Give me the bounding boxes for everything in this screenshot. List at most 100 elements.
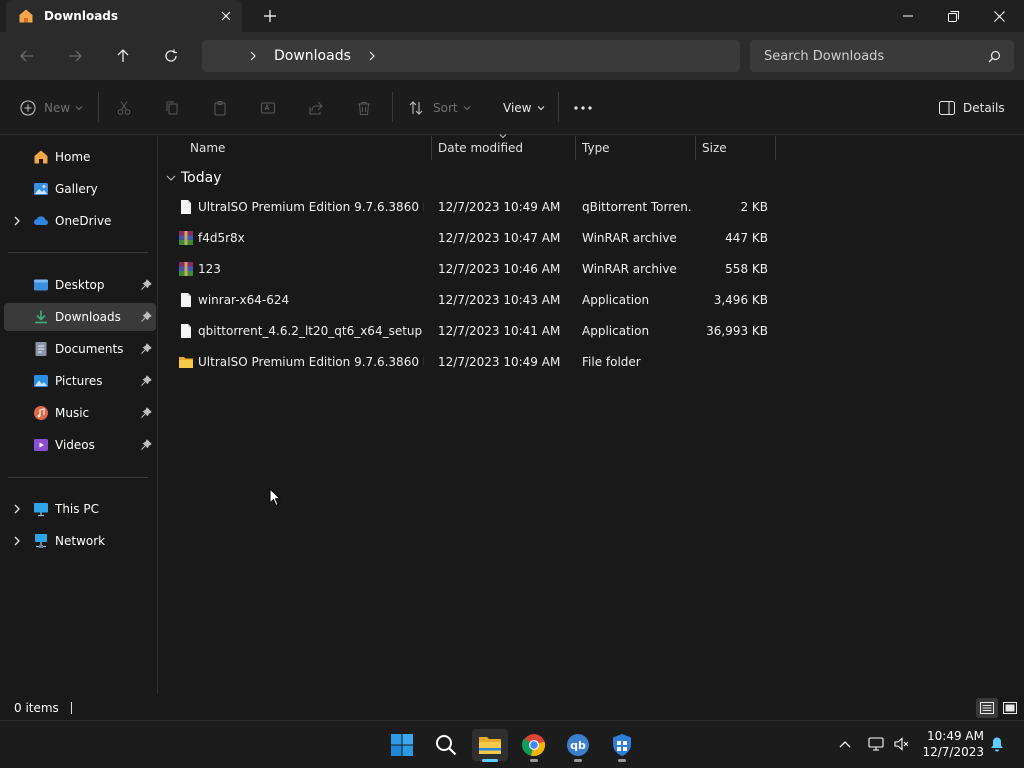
file-icon	[181, 324, 191, 338]
show-hidden-icons-button[interactable]	[836, 734, 854, 754]
cut-button[interactable]	[116, 94, 132, 122]
pin-icon[interactable]	[140, 375, 152, 387]
pin-icon[interactable]	[140, 279, 152, 291]
sidebar-item-pictures[interactable]: Pictures	[4, 367, 156, 395]
sidebar-item-videos[interactable]: Videos	[4, 431, 156, 459]
chevron-right-icon[interactable]	[367, 51, 377, 61]
chevron-right-icon[interactable]	[12, 536, 22, 546]
sidebar-label: Pictures	[55, 374, 103, 388]
share-button[interactable]	[308, 94, 324, 122]
file-row[interactable]: 123 12/7/2023 10:46 AM WinRAR archive 55…	[166, 254, 778, 284]
share-icon	[309, 101, 323, 115]
new-button[interactable]: New	[20, 94, 83, 122]
tiles-view-toggle[interactable]	[1000, 698, 1020, 718]
up-button[interactable]	[108, 42, 138, 70]
column-header-name[interactable]: Name	[190, 136, 225, 160]
file-date: 12/7/2023 10:49 AM	[438, 200, 561, 214]
cut-icon	[117, 101, 131, 115]
copy-button[interactable]	[164, 94, 180, 122]
pin-icon[interactable]	[140, 311, 152, 323]
minimize-button[interactable]	[885, 0, 931, 32]
taskbar-installer[interactable]	[604, 729, 640, 762]
taskbar-file-explorer[interactable]	[472, 729, 508, 762]
sidebar-item-desktop[interactable]: Desktop	[4, 271, 156, 299]
taskbar-chrome[interactable]	[516, 729, 552, 762]
pictures-icon	[34, 375, 48, 387]
breadcrumb-downloads[interactable]: Downloads	[274, 48, 351, 64]
details-pane-button[interactable]: Details	[939, 94, 1005, 122]
chevron-right-icon[interactable]	[12, 216, 22, 226]
file-row[interactable]: winrar-x64-624 12/7/2023 10:43 AM Applic…	[166, 285, 778, 315]
pin-icon[interactable]	[140, 343, 152, 355]
chevron-right-icon[interactable]	[248, 51, 258, 61]
notifications-button[interactable]	[988, 734, 1006, 754]
status-bar: 0 items	[0, 696, 1024, 720]
sidebar-divider	[8, 477, 148, 478]
column-divider[interactable]	[431, 136, 432, 160]
file-icon	[181, 200, 191, 214]
file-row[interactable]: UltraISO Premium Edition 9.7.6.3860 ReP.…	[166, 192, 778, 222]
pin-icon[interactable]	[140, 407, 152, 419]
svg-text:qb: qb	[570, 739, 586, 752]
arrow-left-icon	[20, 50, 33, 62]
file-date: 12/7/2023 10:47 AM	[438, 231, 561, 245]
search-icon[interactable]	[988, 50, 1001, 63]
chevron-right-icon[interactable]	[12, 504, 22, 514]
details-view-toggle[interactable]	[976, 698, 998, 718]
sidebar-item-network[interactable]: Network	[4, 527, 156, 555]
file-size: 36,993 KB	[706, 324, 768, 338]
file-type: WinRAR archive	[582, 231, 677, 245]
file-name: qbittorrent_4.6.2_lt20_qt6_x64_setup	[198, 324, 423, 338]
installer-shield-icon	[613, 734, 631, 756]
sort-button[interactable]: Sort	[408, 94, 471, 122]
network-tray-icon-button[interactable]	[866, 734, 886, 754]
column-header-type[interactable]: Type	[582, 136, 610, 160]
file-icon	[181, 293, 191, 307]
back-button[interactable]	[12, 42, 42, 70]
paste-button[interactable]	[212, 94, 228, 122]
column-divider[interactable]	[775, 136, 776, 160]
download-icon	[35, 310, 47, 324]
restore-button[interactable]	[930, 0, 976, 32]
column-header-size[interactable]: Size	[702, 136, 727, 160]
forward-button[interactable]	[60, 42, 90, 70]
mouse-cursor-icon	[269, 488, 281, 507]
search-box[interactable]	[750, 40, 1014, 72]
sidebar-item-downloads[interactable]: Downloads	[4, 303, 156, 331]
sidebar-item-this-pc[interactable]: This PC	[4, 495, 156, 523]
view-button[interactable]: View	[503, 94, 545, 122]
sidebar-item-onedrive[interactable]: OneDrive	[4, 207, 156, 235]
column-divider[interactable]	[695, 136, 696, 160]
rename-button[interactable]	[260, 94, 276, 122]
sidebar-item-gallery[interactable]: Gallery	[4, 175, 156, 203]
column-divider[interactable]	[575, 136, 576, 160]
file-row[interactable]: f4d5r8x 12/7/2023 10:47 AM WinRAR archiv…	[166, 223, 778, 253]
sidebar-item-documents[interactable]: Documents	[4, 335, 156, 363]
sidebar-label: Documents	[55, 342, 124, 356]
new-tab-button[interactable]	[258, 6, 282, 26]
column-header-date[interactable]: Date modified	[438, 136, 523, 160]
copy-icon	[166, 101, 178, 115]
file-row[interactable]: qbittorrent_4.6.2_lt20_qt6_x64_setup 12/…	[166, 316, 778, 346]
group-header-today[interactable]: Today	[166, 168, 222, 188]
sort-icon	[409, 101, 423, 115]
sidebar-item-home[interactable]: Home	[4, 143, 156, 171]
volume-tray-button[interactable]	[892, 734, 912, 754]
delete-button[interactable]	[356, 94, 372, 122]
close-tab-button[interactable]	[216, 6, 236, 26]
taskbar-search-button[interactable]	[428, 729, 464, 761]
taskbar-qbittorrent[interactable]: qb	[560, 729, 596, 762]
refresh-icon	[165, 49, 177, 62]
more-options-button[interactable]	[574, 94, 592, 122]
sidebar-item-music[interactable]: Music	[4, 399, 156, 427]
address-field[interactable]: Downloads	[202, 40, 740, 72]
start-button[interactable]	[384, 729, 420, 761]
file-row[interactable]: UltraISO Premium Edition 9.7.6.3860 ReP.…	[166, 347, 778, 377]
pin-icon[interactable]	[140, 439, 152, 451]
close-window-button[interactable]	[976, 0, 1022, 32]
refresh-button[interactable]	[156, 42, 186, 70]
file-name: UltraISO Premium Edition 9.7.6.3860 ReP.…	[198, 355, 424, 369]
search-input[interactable]	[764, 48, 974, 64]
taskbar-clock[interactable]: 10:49 AM 12/7/2023	[918, 728, 984, 760]
tab-downloads[interactable]: Downloads	[6, 0, 242, 32]
